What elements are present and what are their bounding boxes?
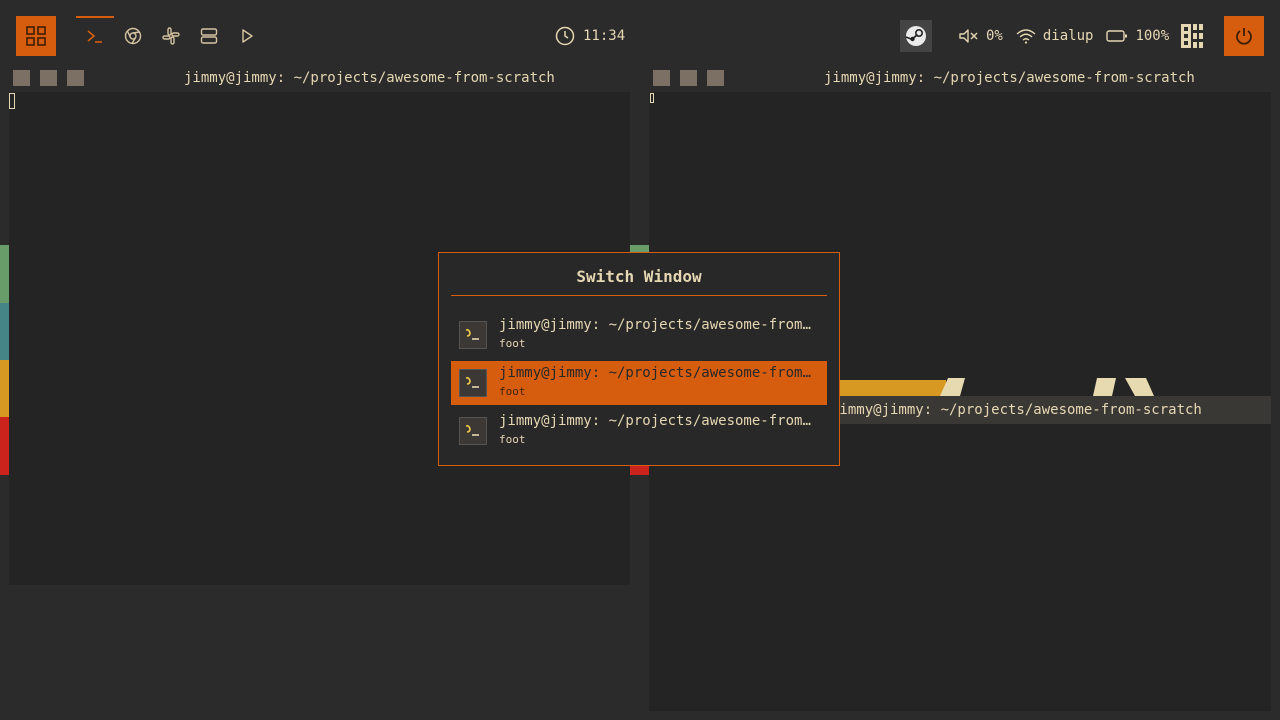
wallpaper-strip-green [0, 245, 9, 303]
tag-chat[interactable] [152, 16, 190, 56]
network-widget[interactable]: dialup [1015, 28, 1094, 44]
left-minimize-button[interactable] [67, 70, 84, 86]
left-close-button[interactable] [13, 70, 30, 86]
right-terminal-cursor [650, 93, 654, 103]
right-minimize-button[interactable] [707, 70, 724, 86]
tooltip-text: jimmy@jimmy: ~/projects/awesome-from-scr… [831, 402, 1202, 418]
tray-steam[interactable] [900, 20, 932, 52]
layout-grid-icon [1181, 24, 1203, 48]
slack-icon [162, 27, 180, 45]
layout-button[interactable] [1180, 22, 1204, 50]
foot-terminal-icon [459, 417, 487, 445]
power-button[interactable] [1224, 16, 1264, 56]
power-icon [1236, 28, 1252, 45]
battery-icon [1106, 30, 1128, 42]
chrome-icon [124, 27, 142, 45]
top-bar: 11:34 0% dialup 100% [0, 0, 1280, 72]
switcher-item-title: jimmy@jimmy: ~/projects/awesome-from-scr… [499, 365, 817, 381]
tag-browser[interactable] [114, 16, 152, 56]
volume-muted-icon [959, 29, 978, 43]
wallpaper-strip-red [0, 417, 9, 475]
apps-grid-icon [26, 26, 46, 46]
switcher-item-title: jimmy@jimmy: ~/projects/awesome-from-scr… [499, 317, 817, 333]
tag-servers[interactable] [190, 16, 228, 56]
volume-widget[interactable]: 0% [958, 28, 1003, 44]
right-window-titlebar[interactable]: jimmy@jimmy: ~/projects/awesome-from-scr… [653, 66, 1271, 90]
taglist [76, 16, 266, 56]
battery-value: 100% [1135, 28, 1170, 44]
network-name: dialup [1042, 28, 1094, 44]
clock-icon [555, 26, 575, 46]
switcher-item-title: jimmy@jimmy: ~/projects/awesome-from-scr… [499, 413, 817, 429]
launcher-button[interactable] [16, 16, 56, 56]
switcher-title: Switch Window [576, 267, 702, 286]
wallpaper-strip-teal [0, 303, 9, 360]
right-close-button[interactable] [653, 70, 670, 86]
tag-terminal[interactable] [76, 16, 114, 56]
right-terminal-bottom[interactable] [649, 424, 1271, 711]
server-icon [200, 28, 218, 44]
window-title-tooltip: jimmy@jimmy: ~/projects/awesome-from-scr… [831, 396, 1271, 424]
wallpaper-strip-yellow [0, 360, 9, 417]
switcher-item-class: foot [499, 337, 526, 350]
foot-terminal-icon [459, 369, 487, 397]
switcher-item-selected[interactable]: jimmy@jimmy: ~/projects/awesome-from-scr… [451, 361, 827, 405]
left-window-titlebar[interactable]: jimmy@jimmy: ~/projects/awesome-from-scr… [13, 66, 630, 90]
status-area: 0% dialup 100% [958, 16, 1181, 56]
clock-time: 11:34 [583, 28, 626, 44]
left-maximize-button[interactable] [40, 70, 57, 86]
switcher-item[interactable]: jimmy@jimmy: ~/projects/awesome-from-scr… [451, 313, 827, 357]
volume-value: 0% [986, 28, 1003, 44]
battery-widget[interactable]: 100% [1105, 28, 1169, 44]
switcher-item-class: foot [499, 433, 526, 446]
left-window-title: jimmy@jimmy: ~/projects/awesome-from-scr… [184, 70, 555, 86]
steam-icon [905, 26, 926, 46]
right-maximize-button[interactable] [680, 70, 697, 86]
switcher-item[interactable]: jimmy@jimmy: ~/projects/awesome-from-scr… [451, 409, 827, 453]
play-icon [242, 29, 253, 43]
window-switcher: Switch Window jimmy@jimmy: ~/projects/aw… [438, 252, 840, 466]
terminal-icon [87, 30, 102, 43]
foot-terminal-icon [459, 321, 487, 349]
clock[interactable]: 11:34 [555, 16, 625, 56]
wifi-icon [1016, 29, 1036, 44]
tag-media[interactable] [228, 16, 266, 56]
switcher-separator [451, 295, 827, 296]
wallpaper-letters [940, 378, 1154, 396]
left-terminal-cursor [9, 93, 15, 109]
switcher-item-class: foot [499, 385, 526, 398]
right-window-title: jimmy@jimmy: ~/projects/awesome-from-scr… [824, 70, 1195, 86]
